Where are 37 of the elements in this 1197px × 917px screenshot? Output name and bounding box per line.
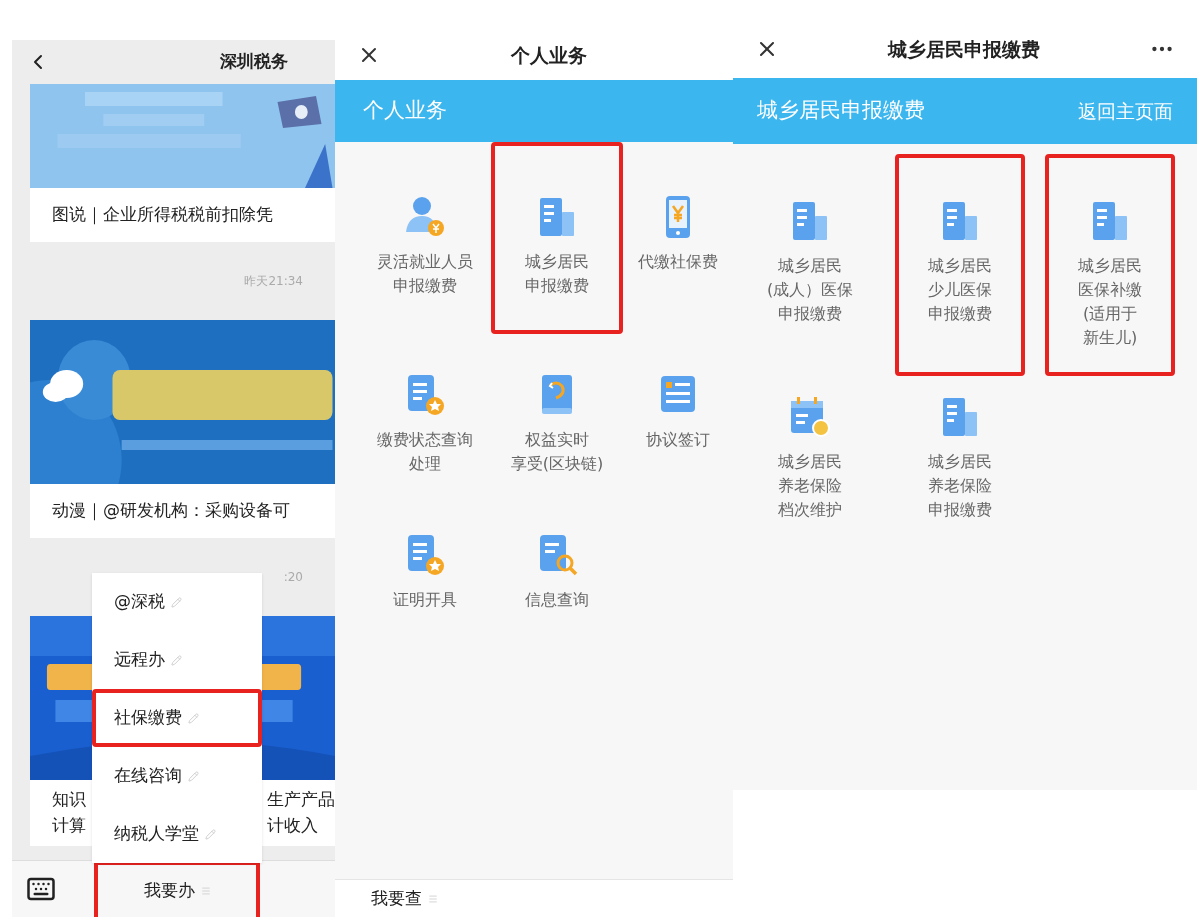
service-item[interactable]: 城乡居民 养老保险 档次维护	[745, 390, 875, 560]
page-title: 个人业务	[511, 42, 587, 68]
timestamp: 昨天21:34	[244, 273, 303, 290]
service-item[interactable]: 缴费状态查询 处理	[359, 338, 491, 488]
service-item[interactable]: 城乡居民 申报缴费	[491, 142, 623, 334]
page-title: 城乡居民申报缴费	[888, 36, 1040, 62]
service-item[interactable]: 权益实时 享受(区块链)	[491, 338, 623, 488]
service-item[interactable]: 城乡居民 少儿医保 申报缴费	[895, 154, 1025, 376]
article-title: 图说｜企业所得税税前扣除凭	[52, 203, 273, 227]
menu-lines-icon	[428, 893, 438, 904]
article-card[interactable]: 动漫｜@研发机构：采购设备可	[30, 320, 335, 538]
pencil-icon	[171, 596, 182, 608]
chat-title: 深圳税务	[220, 50, 288, 74]
menu-item[interactable]: 纳税人学堂	[92, 805, 262, 863]
article-card[interactable]: 图说｜企业所得税税前扣除凭	[30, 84, 335, 242]
service-item[interactable]: 城乡居民 医保补缴 (适用于 新生儿)	[1045, 154, 1175, 376]
menu-item[interactable]: 社保缴费	[92, 689, 262, 747]
section-title: 城乡居民申报缴费	[757, 97, 925, 125]
article-title: 生产产品 计收入	[267, 788, 335, 837]
timestamp: :20	[283, 569, 303, 586]
service-item[interactable]: 城乡居民 养老保险 申报缴费	[895, 390, 1025, 560]
pencil-icon	[171, 654, 182, 666]
service-item[interactable]: 灵活就业人员 申报缴费	[359, 142, 491, 334]
menu-item[interactable]: 在线咨询	[92, 747, 262, 805]
menu-item[interactable]: @深税	[92, 573, 262, 631]
pencil-icon	[188, 712, 199, 724]
service-item[interactable]: 证明开具	[359, 498, 491, 648]
article-title: 知识 计算	[52, 788, 86, 837]
article-title: 动漫｜@研发机构：采购设备可	[52, 499, 290, 523]
service-item[interactable]: 城乡居民 (成人）医保 申报缴费	[745, 154, 875, 376]
section-title: 个人业务	[363, 97, 447, 125]
service-item[interactable]: 信息查询	[491, 498, 623, 648]
service-item[interactable]: 代缴社保费	[623, 142, 733, 334]
pencil-icon	[205, 828, 216, 840]
menu-item[interactable]: 远程办	[92, 631, 262, 689]
pencil-icon	[188, 770, 199, 782]
service-item[interactable]: 协议签订	[623, 338, 733, 488]
